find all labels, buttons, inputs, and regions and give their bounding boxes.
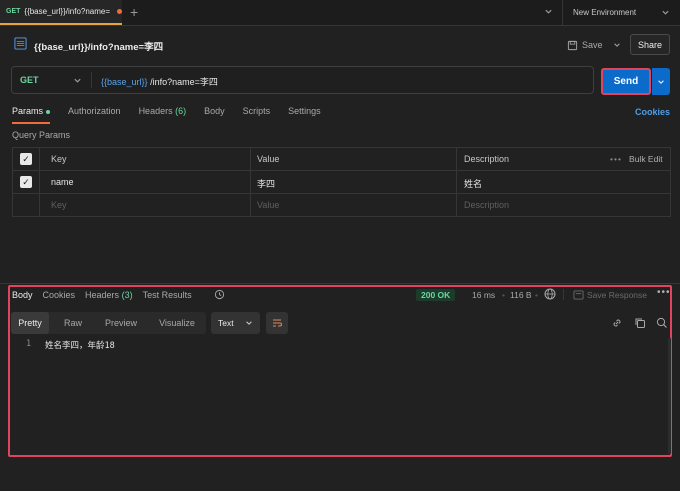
new-value-input[interactable]: Value [257,200,279,210]
view-pretty[interactable]: Pretty [11,312,49,334]
request-tabs: Params Authorization Headers (6) Body Sc… [12,106,339,124]
save-icon [567,40,578,50]
save-button[interactable]: Save [565,36,621,54]
tab-settings[interactable]: Settings [288,106,321,124]
chevron-down-icon [613,43,620,47]
response-tab-test-results[interactable]: Test Results [143,290,192,300]
response-tab-headers[interactable]: Headers (3) [85,290,133,300]
url-path: /info?name=李四 [150,77,218,87]
chevron-down-icon [662,10,669,15]
bulk-edit-button[interactable]: ••• Bulk Edit [610,154,663,164]
divider [0,283,680,284]
response-panel-highlight [8,285,672,457]
active-dot-icon [46,109,51,114]
query-params-table: ✓ Key Value Description ••• Bulk Edit ✓ … [12,147,671,217]
environment-label: New Environment [573,8,637,17]
view-visualize[interactable]: Visualize [150,312,204,334]
send-options-button[interactable] [652,68,670,95]
save-response-button[interactable]: Save Response [573,290,647,300]
response-tabs: Body Cookies Headers (3) Test Results [12,290,202,300]
unsaved-dot-icon [117,9,122,14]
new-tab-plus-icon[interactable]: + [130,4,138,20]
more-options-icon[interactable]: ••• [657,287,671,298]
history-icon[interactable] [214,289,225,300]
divider [0,25,680,26]
param-value[interactable]: 李四 [257,177,275,190]
share-button[interactable]: Share [630,34,670,55]
divider [91,72,92,88]
more-icon: ••• [610,154,622,164]
status-badge: 200 OK [416,289,456,301]
column-header-value: Value [257,154,280,164]
response-time: 16 ms [472,290,496,300]
format-label: Text [218,318,234,328]
tab-title: {{base_url}}/info?name= [24,7,111,16]
line-number: 1 [26,339,32,349]
tab-scripts[interactable]: Scripts [243,106,271,124]
url-variable: {{base_url}} [101,77,148,87]
http-request-icon [14,37,27,50]
scrollbar[interactable] [668,338,671,454]
column-header-description: Description [464,154,510,164]
wrap-lines-icon [273,319,282,327]
chevron-down-icon [74,78,81,83]
chevron-down-icon [658,79,664,84]
globe-icon[interactable] [544,288,556,300]
url-input[interactable]: {{base_url}} /info?name=李四 [101,75,218,88]
tab-headers[interactable]: Headers (6) [139,106,187,124]
tab-method: GET [6,8,21,15]
view-preview[interactable]: Preview [98,312,144,334]
copy-icon[interactable] [634,317,646,329]
cookies-link[interactable]: Cookies [635,107,670,117]
tab-params[interactable]: Params [12,106,51,124]
format-select[interactable]: Text [211,312,260,334]
new-description-input[interactable]: Description [464,200,509,210]
tab-authorization[interactable]: Authorization [68,106,121,124]
link-icon[interactable] [611,317,623,329]
query-params-label: Query Params [12,130,71,140]
url-bar [11,66,594,94]
send-button[interactable]: Send [601,68,651,95]
select-all-checkbox[interactable]: ✓ [20,153,32,165]
column-header-key: Key [51,154,67,164]
response-size: 116 B [510,290,532,300]
request-title[interactable]: {{base_url}}/info?name=李四 [34,39,163,53]
save-response-icon [573,290,584,300]
wrap-lines-button[interactable] [266,312,288,334]
chevron-down-icon [246,321,252,325]
row-checkbox[interactable]: ✓ [20,176,32,188]
new-key-input[interactable]: Key [51,200,67,210]
method-label: GET [20,75,39,85]
response-tab-body[interactable]: Body [12,290,33,300]
tabs-dropdown-chevron-icon[interactable] [544,7,553,19]
tab-body[interactable]: Body [204,106,225,124]
param-key[interactable]: name [51,177,74,187]
response-tab-cookies[interactable]: Cookies [43,290,76,300]
response-body-text[interactable]: 姓名李四，年龄18 [45,339,115,351]
param-description[interactable]: 姓名 [464,177,482,190]
request-tab[interactable]: GET {{base_url}}/info?name= [0,0,122,25]
environment-select[interactable]: New Environment [562,0,680,25]
method-select[interactable]: GET [12,67,90,93]
view-raw[interactable]: Raw [56,312,90,334]
save-label: Save [582,40,603,50]
search-icon[interactable] [656,317,668,329]
